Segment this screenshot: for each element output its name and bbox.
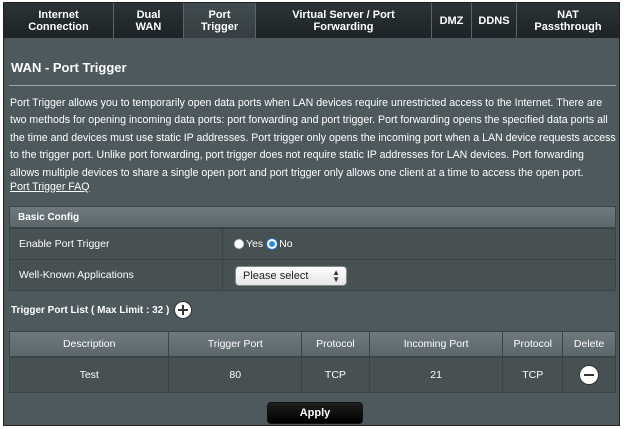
well-known-apps-label: Well-Known Applications bbox=[19, 269, 134, 281]
row-trigger-port: 80 bbox=[169, 358, 303, 392]
col-delete: Delete bbox=[573, 338, 605, 350]
tab-ddns[interactable]: DDNS bbox=[472, 3, 517, 38]
router-settings-panel: Internet Connection Dual WAN Port Trigge… bbox=[3, 2, 620, 426]
enable-port-trigger-row: Enable Port Trigger Yes No bbox=[9, 228, 616, 260]
tab-dual-wan[interactable]: Dual WAN bbox=[114, 3, 184, 38]
col-incoming-port: Incoming Port bbox=[370, 332, 504, 356]
row-divider bbox=[222, 260, 223, 290]
basic-config-header: Basic Config bbox=[9, 206, 616, 228]
row-description: Test bbox=[10, 358, 170, 392]
table-row: Test 80 TCP 21 TCP bbox=[9, 357, 616, 393]
well-known-apps-select[interactable]: Please select ▲ ▼ bbox=[235, 266, 347, 286]
col-incoming-protocol: Protocol bbox=[503, 332, 564, 356]
add-rule-button[interactable] bbox=[174, 301, 192, 319]
enable-port-trigger-label: Enable Port Trigger bbox=[19, 238, 110, 250]
row-incoming-port: 21 bbox=[370, 358, 504, 392]
row-incoming-protocol: TCP bbox=[503, 358, 564, 392]
page-description: Port Trigger allows you to temporarily o… bbox=[10, 97, 616, 179]
enable-no-label: No bbox=[279, 238, 293, 250]
trigger-port-list-title: Trigger Port List ( Max Limit : 32 ) bbox=[11, 305, 170, 316]
row-trigger-protocol: TCP bbox=[302, 358, 370, 392]
tab-bar: Internet Connection Dual WAN Port Trigge… bbox=[4, 3, 619, 38]
trigger-list-header: Description Trigger Port Protocol Incomi… bbox=[9, 331, 616, 357]
page-title: WAN - Port Trigger bbox=[11, 60, 127, 75]
tab-dmz[interactable]: DMZ bbox=[432, 3, 472, 38]
tab-port-trigger[interactable]: Port Trigger bbox=[184, 3, 256, 38]
delete-rule-button[interactable] bbox=[579, 365, 600, 385]
tab-internet-connection[interactable]: Internet Connection bbox=[4, 3, 114, 38]
port-trigger-faq-link[interactable]: Port Trigger FAQ bbox=[10, 181, 89, 193]
apply-button[interactable]: Apply bbox=[267, 402, 363, 424]
tab-virtual-server[interactable]: Virtual Server / Port Forwarding bbox=[256, 3, 432, 38]
row-delete-cell bbox=[563, 358, 615, 392]
select-value: Please select bbox=[243, 270, 309, 282]
enable-radio-group: Yes No bbox=[234, 229, 297, 259]
col-trigger-port: Trigger Port bbox=[169, 332, 303, 356]
col-trigger-protocol: Protocol bbox=[302, 332, 370, 356]
updown-arrow-icon: ▲ ▼ bbox=[332, 268, 340, 284]
enable-yes-label: Yes bbox=[246, 238, 264, 250]
row-divider bbox=[222, 229, 223, 259]
enable-no-radio[interactable] bbox=[267, 239, 278, 249]
well-known-apps-row: Well-Known Applications Please select ▲ ▼ bbox=[9, 259, 616, 291]
title-divider bbox=[9, 85, 616, 86]
col-description: Description bbox=[10, 332, 170, 356]
tab-nat-passthrough[interactable]: NAT Passthrough bbox=[517, 3, 619, 38]
enable-yes-radio[interactable] bbox=[234, 239, 244, 249]
